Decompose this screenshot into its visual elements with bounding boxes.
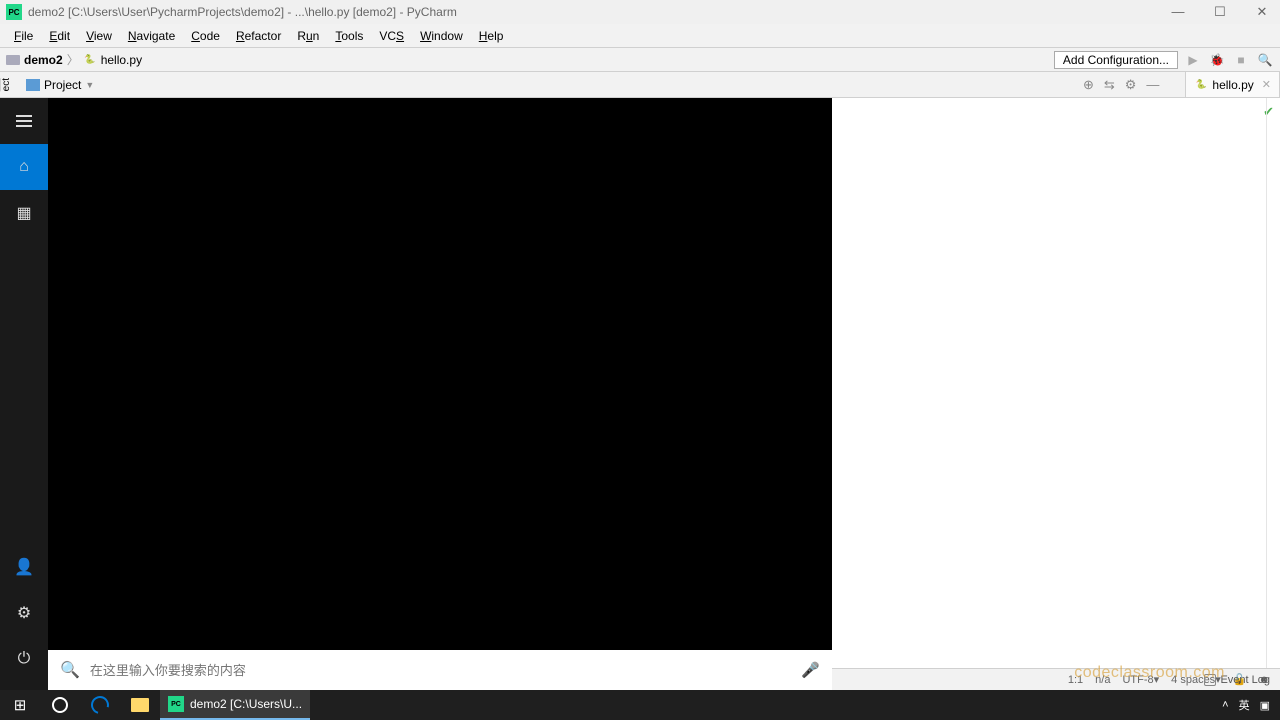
start-search-input[interactable] (90, 663, 791, 678)
tray-expand-icon[interactable]: ˄ (1222, 699, 1228, 711)
file-explorer-button[interactable] (120, 690, 160, 720)
minimize-button[interactable]: ― (1166, 4, 1190, 20)
start-account-button[interactable]: 👤 (0, 544, 48, 590)
debug-button[interactable]: 🐞 (1208, 53, 1226, 67)
breadcrumb-separator: 〉 (67, 51, 79, 68)
menu-navigate[interactable]: Navigate (120, 27, 183, 45)
locate-icon[interactable]: ⊕ (1083, 77, 1094, 93)
pycharm-icon: PC (6, 4, 22, 20)
main-menubar: File Edit View Navigate Code Refactor Ru… (0, 24, 1280, 48)
start-power-button[interactable]: ⏻ (0, 636, 48, 682)
edge-button[interactable] (80, 690, 120, 720)
start-settings-button[interactable]: ⚙ (0, 590, 48, 636)
start-button[interactable]: ⊞ (0, 690, 40, 720)
menu-tools[interactable]: Tools (327, 27, 371, 45)
windows-taskbar: ⊞ PC demo2 [C:\Users\U... ˄ 英 ▣ (0, 690, 1280, 720)
maximize-button[interactable]: ☐ (1208, 4, 1232, 20)
chevron-down-icon: ▼ (85, 80, 94, 90)
pycharm-icon: PC (168, 696, 184, 712)
taskbar-app-pycharm[interactable]: PC demo2 [C:\Users\U... (160, 690, 310, 720)
close-button[interactable]: ✕ (1250, 4, 1274, 20)
microphone-icon[interactable]: 🎤 (801, 661, 820, 679)
breadcrumb-file[interactable]: 🐍 hello.py (83, 53, 142, 67)
hamburger-icon (16, 115, 32, 127)
menu-vcs[interactable]: VCS (371, 27, 412, 45)
start-apps-button[interactable]: ▦ (0, 190, 48, 236)
start-home-button[interactable]: ⌂ (0, 144, 48, 190)
menu-window[interactable]: Window (412, 27, 471, 45)
project-side-tab[interactable]: ect (0, 78, 18, 91)
start-search-bar[interactable]: 🔍 🎤 (48, 650, 832, 690)
navigation-bar: demo2 〉 🐍 hello.py Add Configuration... … (0, 48, 1280, 72)
tool-window-header: ect Project ▼ ⊕ ⇆ ⚙ — 🐍 hello.py ✕ (0, 72, 1280, 98)
run-button[interactable]: ▶ (1184, 53, 1202, 67)
close-tab-icon[interactable]: ✕ (1262, 78, 1271, 91)
menu-run[interactable]: Run (289, 27, 327, 45)
hide-icon[interactable]: — (1146, 77, 1159, 93)
action-center-icon[interactable]: ▣ (1260, 699, 1270, 712)
window-titlebar: PC demo2 [C:\Users\User\PycharmProjects\… (0, 0, 1280, 24)
start-expand-button[interactable] (0, 98, 48, 144)
menu-file[interactable]: File (6, 27, 41, 45)
editor-scrollbar[interactable] (1266, 98, 1280, 690)
python-file-icon: 🐍 (1194, 78, 1208, 92)
editor-tab-hello[interactable]: 🐍 hello.py ✕ (1185, 72, 1280, 97)
windows-start-menu: ⌂ ▦ 👤 ⚙ ⏻ 🔍 🎤 (0, 98, 832, 690)
search-everywhere-button[interactable]: 🔍 (1256, 53, 1274, 67)
menu-edit[interactable]: Edit (41, 27, 78, 45)
watermark: codeclassroom.com (1074, 664, 1225, 682)
add-configuration-button[interactable]: Add Configuration... (1054, 51, 1178, 69)
stop-button[interactable]: ■ (1232, 53, 1250, 67)
menu-code[interactable]: Code (183, 27, 228, 45)
ime-indicator[interactable]: 英 (1239, 697, 1250, 713)
menu-help[interactable]: Help (471, 27, 512, 45)
settings-icon[interactable]: ⚙ (1125, 77, 1137, 93)
menu-refactor[interactable]: Refactor (228, 27, 289, 45)
menu-view[interactable]: View (78, 27, 120, 45)
folder-icon (6, 55, 20, 65)
expand-icon[interactable]: ⇆ (1104, 77, 1115, 93)
cortana-button[interactable] (40, 690, 80, 720)
project-dropdown[interactable]: Project ▼ (18, 78, 102, 92)
python-file-icon: 🐍 (83, 53, 97, 67)
window-title: demo2 [C:\Users\User\PycharmProjects\dem… (28, 5, 1166, 19)
search-icon: 🔍 (60, 660, 80, 680)
breadcrumb-root[interactable]: demo2 (6, 53, 63, 67)
project-view-icon (26, 79, 40, 91)
